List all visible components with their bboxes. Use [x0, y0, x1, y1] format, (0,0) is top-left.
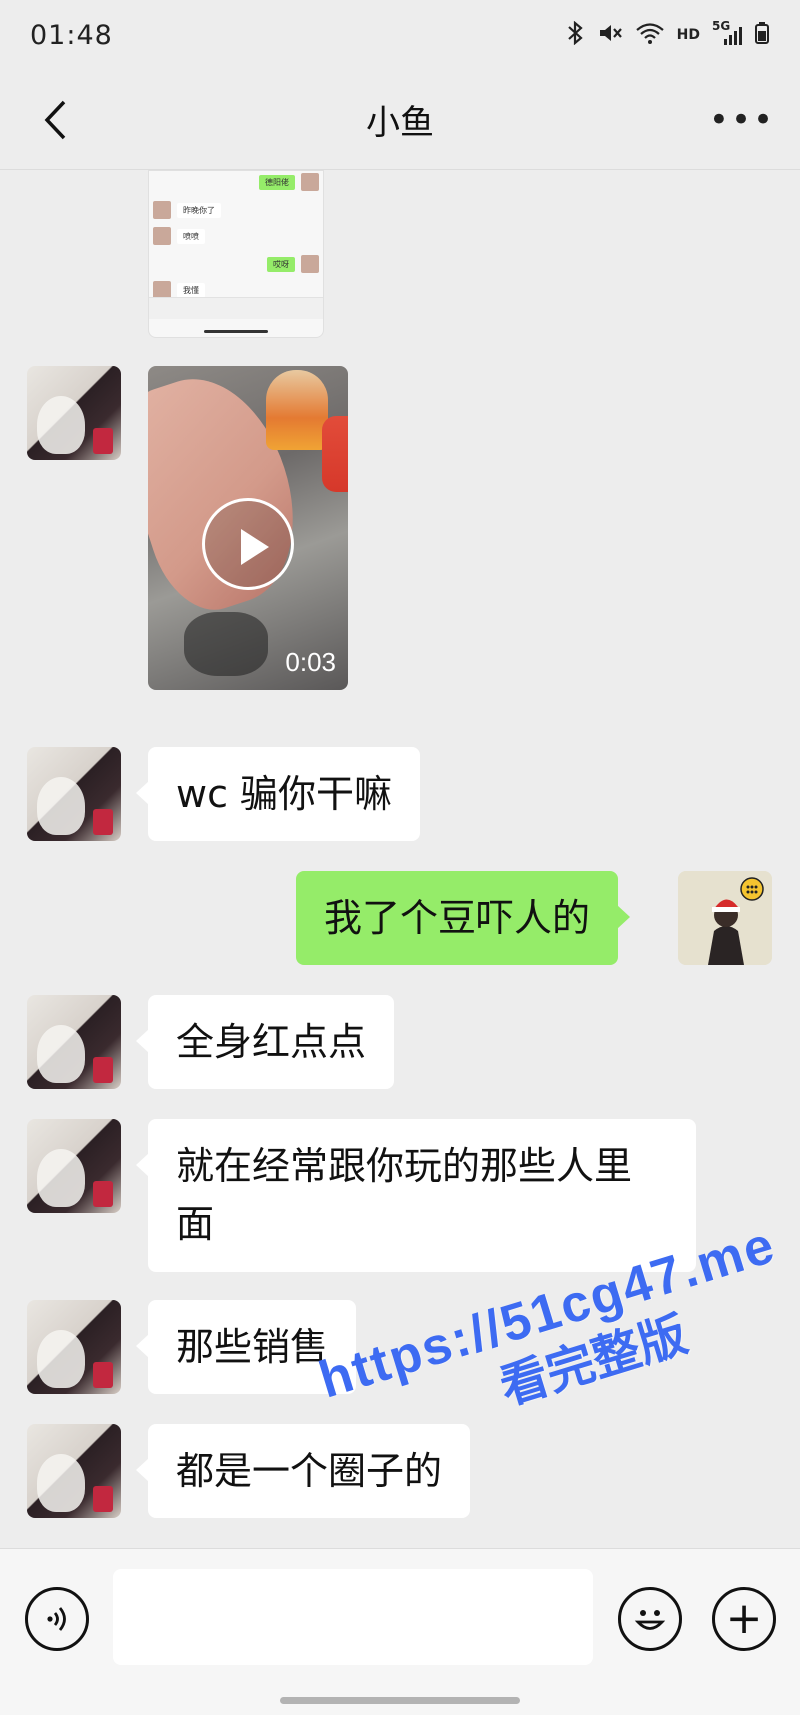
back-button[interactable]: [30, 92, 80, 148]
thumb-text: 哎呀: [267, 256, 295, 272]
message-text: 我了个豆吓人的: [324, 896, 591, 940]
signal-5g-icon: 5G: [712, 19, 742, 47]
message-text: 面: [176, 1202, 215, 1246]
wifi-icon: [635, 21, 665, 50]
status-time: 01:48: [30, 19, 113, 51]
thumb-text: 喷喷: [177, 228, 205, 244]
home-indicator[interactable]: [280, 1697, 520, 1704]
avatar: [153, 227, 171, 245]
avatar: [153, 201, 171, 219]
message-input[interactable]: [113, 1569, 593, 1665]
avatar: [301, 173, 319, 191]
chevron-left-icon: [44, 100, 66, 140]
contact-avatar[interactable]: [27, 747, 121, 841]
battery-icon: [754, 21, 770, 50]
message-bubble[interactable]: 都是一个圈子的: [135, 1424, 471, 1518]
voice-icon: [47, 1607, 66, 1631]
more-functions-button[interactable]: +: [712, 1587, 776, 1651]
chat-header: 小鱼 •••: [0, 70, 800, 170]
contact-avatar[interactable]: [27, 366, 121, 460]
santa-character-icon: [678, 871, 772, 965]
list-item: 德阳佬: [259, 173, 319, 191]
sent-message-bubble[interactable]: 我了个豆吓人的: [296, 871, 631, 965]
message-text: 那些销售: [176, 1325, 329, 1369]
more-icon: •••: [708, 100, 776, 140]
more-options-button[interactable]: •••: [708, 92, 776, 148]
contact-avatar[interactable]: [27, 1119, 121, 1213]
emoji-icon: [634, 1610, 666, 1630]
list-item: 昨晚你了: [153, 201, 221, 219]
video-frame-object: [184, 612, 268, 676]
list-item: 哎呀: [267, 255, 319, 273]
chat-title: 小鱼: [366, 103, 434, 143]
video-frame-object: [322, 416, 348, 492]
emoji-button[interactable]: [618, 1587, 682, 1651]
bluetooth-icon: [565, 20, 585, 50]
play-icon[interactable]: [202, 498, 294, 590]
message-list[interactable]: 德阳佬 昨晚你了 喷喷 哎呀 我懂 0:03 wc 骗你干嘛 我了个豆吓人的 全…: [0, 170, 800, 1550]
mute-icon: [597, 21, 623, 50]
video-frame-object: [266, 370, 328, 450]
thumb-input: [149, 297, 323, 319]
video-message[interactable]: 0:03: [148, 366, 348, 690]
image-message[interactable]: 德阳佬 昨晚你了 喷喷 哎呀 我懂: [148, 170, 324, 338]
video-duration: 0:03: [285, 647, 336, 677]
message-bubble[interactable]: 全身红点点: [135, 995, 395, 1089]
my-avatar[interactable]: [678, 871, 772, 965]
list-item: 喷喷: [153, 227, 205, 245]
message-bubble[interactable]: 就在经常跟你玩的那些人里 面: [136, 1119, 696, 1272]
thumb-text: 德阳佬: [259, 174, 295, 190]
hd-icon: HD: [676, 27, 700, 43]
message-text: 全身红点点: [176, 1020, 367, 1064]
thumb-text: 昨晚你了: [177, 202, 221, 218]
message-text: 都是一个圈子的: [176, 1449, 443, 1493]
status-icons: HD 5G: [565, 19, 770, 50]
contact-avatar[interactable]: [27, 1300, 121, 1394]
thumb-text: 我懂: [177, 282, 205, 298]
input-bar: +: [0, 1548, 800, 1715]
message-bubble[interactable]: 那些销售: [135, 1300, 357, 1394]
contact-avatar[interactable]: [27, 1424, 121, 1518]
message-text: wc 骗你干嘛: [176, 772, 393, 816]
status-bar: 01:48 HD 5G: [0, 0, 800, 70]
avatar: [301, 255, 319, 273]
contact-avatar[interactable]: [27, 995, 121, 1089]
message-bubble[interactable]: wc 骗你干嘛: [135, 747, 421, 841]
thumb-home-bar: [204, 330, 268, 333]
voice-button[interactable]: [25, 1587, 89, 1651]
message-text: 就在经常跟你玩的那些人里: [176, 1144, 633, 1188]
plus-icon: +: [725, 1593, 763, 1644]
